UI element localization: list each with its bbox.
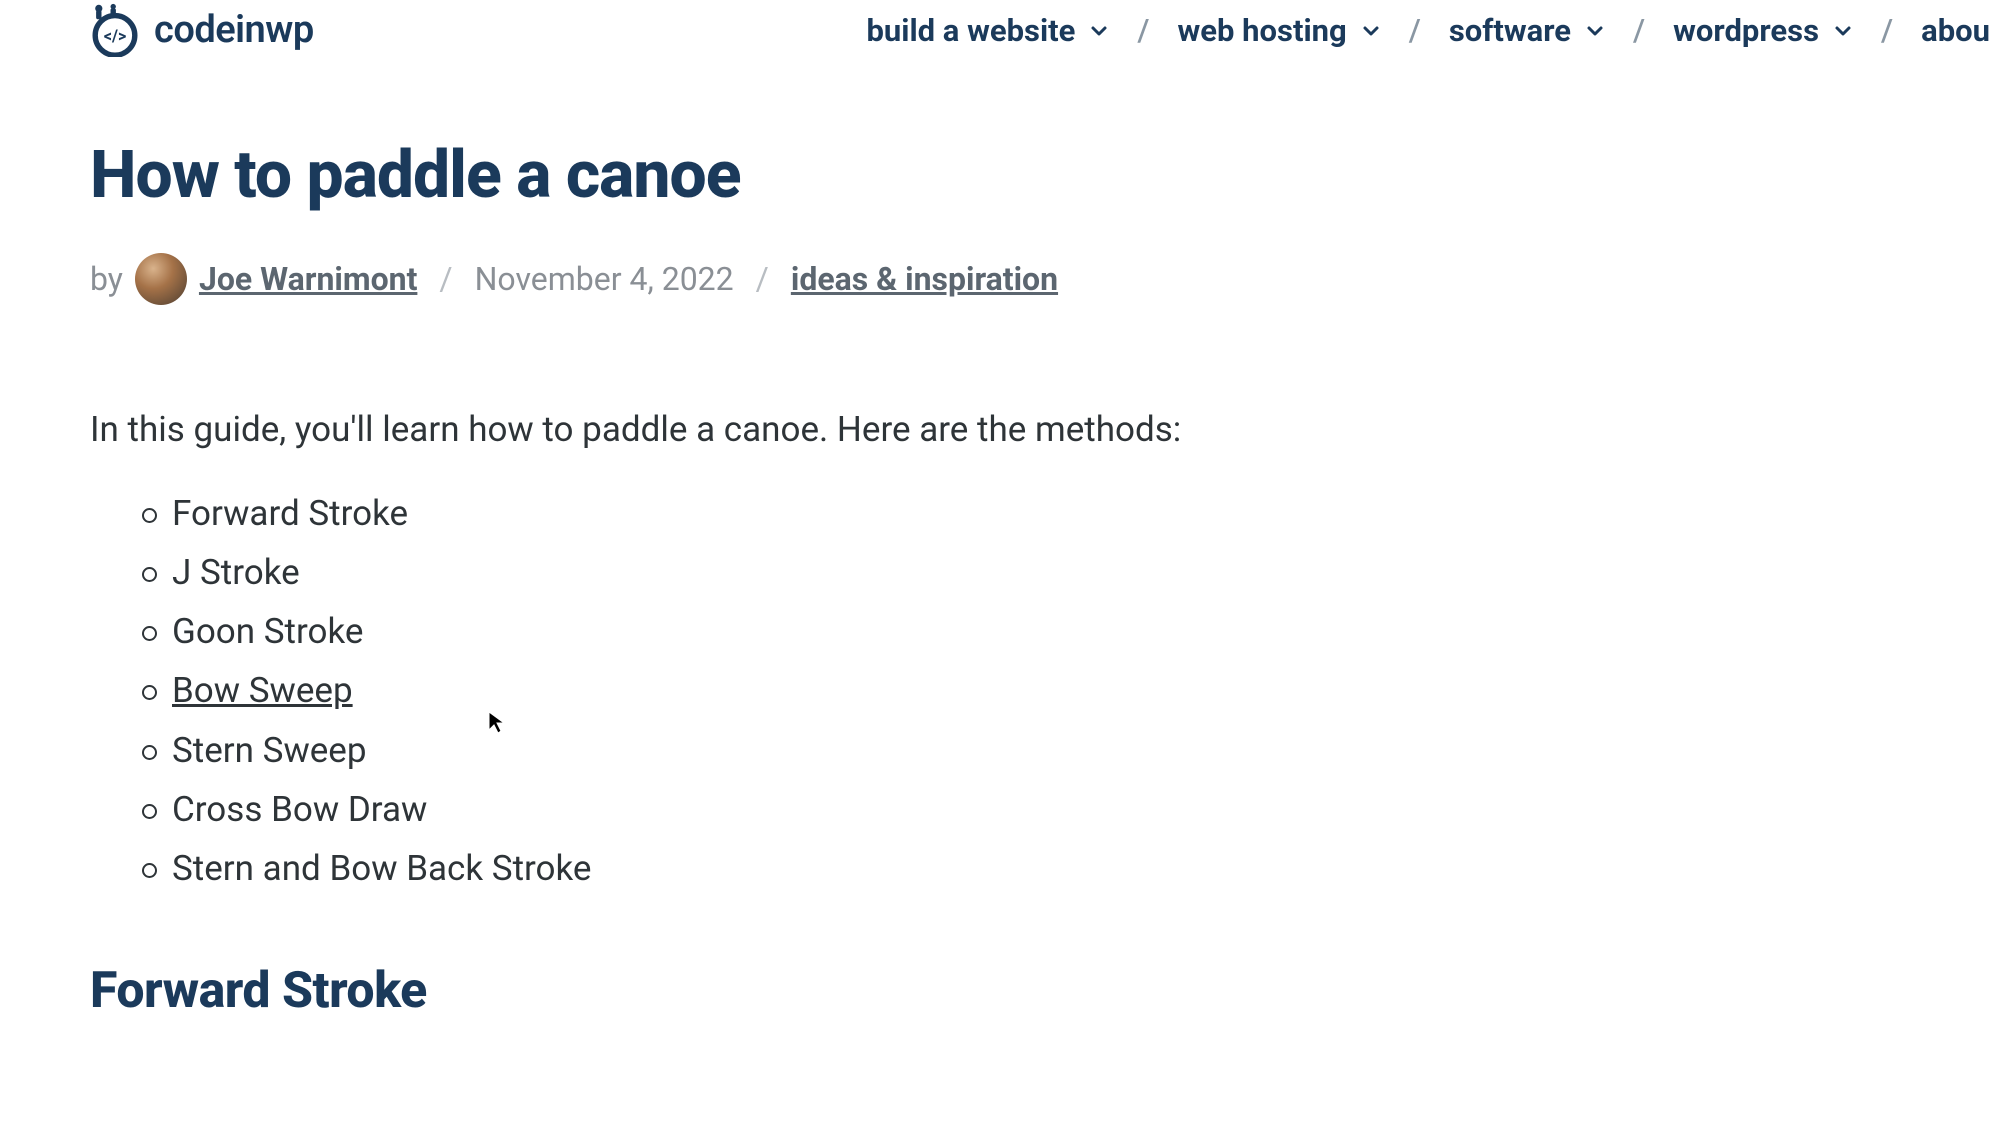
site-header: </> codeinwp build a website / web hosti…	[0, 0, 2000, 60]
nav-label: build a website	[866, 12, 1075, 49]
list-item: Stern and Bow Back Stroke	[172, 845, 1400, 892]
nav-about[interactable]: abou	[1911, 12, 2000, 49]
avatar	[135, 253, 187, 305]
primary-nav: build a website / web hosting / software…	[856, 12, 2000, 49]
logo-link[interactable]: </> codeinwp	[88, 3, 314, 57]
chevron-down-icon	[1585, 12, 1605, 49]
article-meta: by Joe Warnimont / November 4, 2022 / id…	[90, 253, 1400, 305]
list-item[interactable]: Bow Sweep	[172, 667, 1400, 714]
list-item-label: J Stroke	[172, 552, 300, 593]
nav-label: software	[1449, 12, 1571, 49]
logo-text: codeinwp	[154, 8, 314, 52]
list-item-label: Stern Sweep	[172, 730, 367, 771]
list-item-label: Stern and Bow Back Stroke	[172, 848, 591, 889]
nav-label: web hosting	[1178, 12, 1347, 49]
chevron-down-icon	[1833, 12, 1853, 49]
list-item: Forward Stroke	[172, 490, 1400, 537]
nav-software[interactable]: software	[1439, 12, 1615, 49]
nav-label: wordpress	[1673, 12, 1819, 49]
list-item-label: Forward Stroke	[172, 493, 408, 534]
list-item: Cross Bow Draw	[172, 786, 1400, 833]
nav-separator: /	[1615, 12, 1663, 49]
chevron-down-icon	[1089, 12, 1109, 49]
list-item-label: Cross Bow Draw	[172, 789, 427, 830]
meta-separator: /	[429, 260, 462, 298]
nav-wordpress[interactable]: wordpress	[1663, 12, 1863, 49]
nav-web-hosting[interactable]: web hosting	[1168, 12, 1391, 49]
nav-build-a-website[interactable]: build a website	[856, 12, 1119, 49]
section-heading: Forward Stroke	[90, 962, 1400, 1020]
nav-separator: /	[1391, 12, 1439, 49]
list-item: J Stroke	[172, 549, 1400, 596]
svg-text:</>: </>	[104, 27, 127, 46]
list-item: Stern Sweep	[172, 727, 1400, 774]
list-item-label: Goon Stroke	[172, 611, 363, 652]
nav-label: abou	[1921, 12, 1990, 49]
nav-separator: /	[1119, 12, 1167, 49]
category-link[interactable]: ideas & inspiration	[791, 260, 1058, 298]
page-title: How to paddle a canoe	[90, 140, 1400, 213]
list-item: Goon Stroke	[172, 608, 1400, 655]
methods-list: Forward Stroke J Stroke Goon Stroke Bow …	[90, 490, 1400, 893]
intro-paragraph: In this guide, you'll learn how to paddl…	[90, 405, 1400, 454]
chevron-down-icon	[1361, 12, 1381, 49]
nav-separator: /	[1863, 12, 1911, 49]
list-item-label: Bow Sweep	[172, 670, 353, 711]
publish-date: November 4, 2022	[475, 260, 734, 298]
by-label: by	[90, 260, 123, 298]
author-link[interactable]: Joe Warnimont	[199, 260, 417, 298]
logo-icon: </>	[88, 3, 142, 57]
meta-separator: /	[746, 260, 779, 298]
article-main: How to paddle a canoe by Joe Warnimont /…	[0, 60, 1400, 1020]
